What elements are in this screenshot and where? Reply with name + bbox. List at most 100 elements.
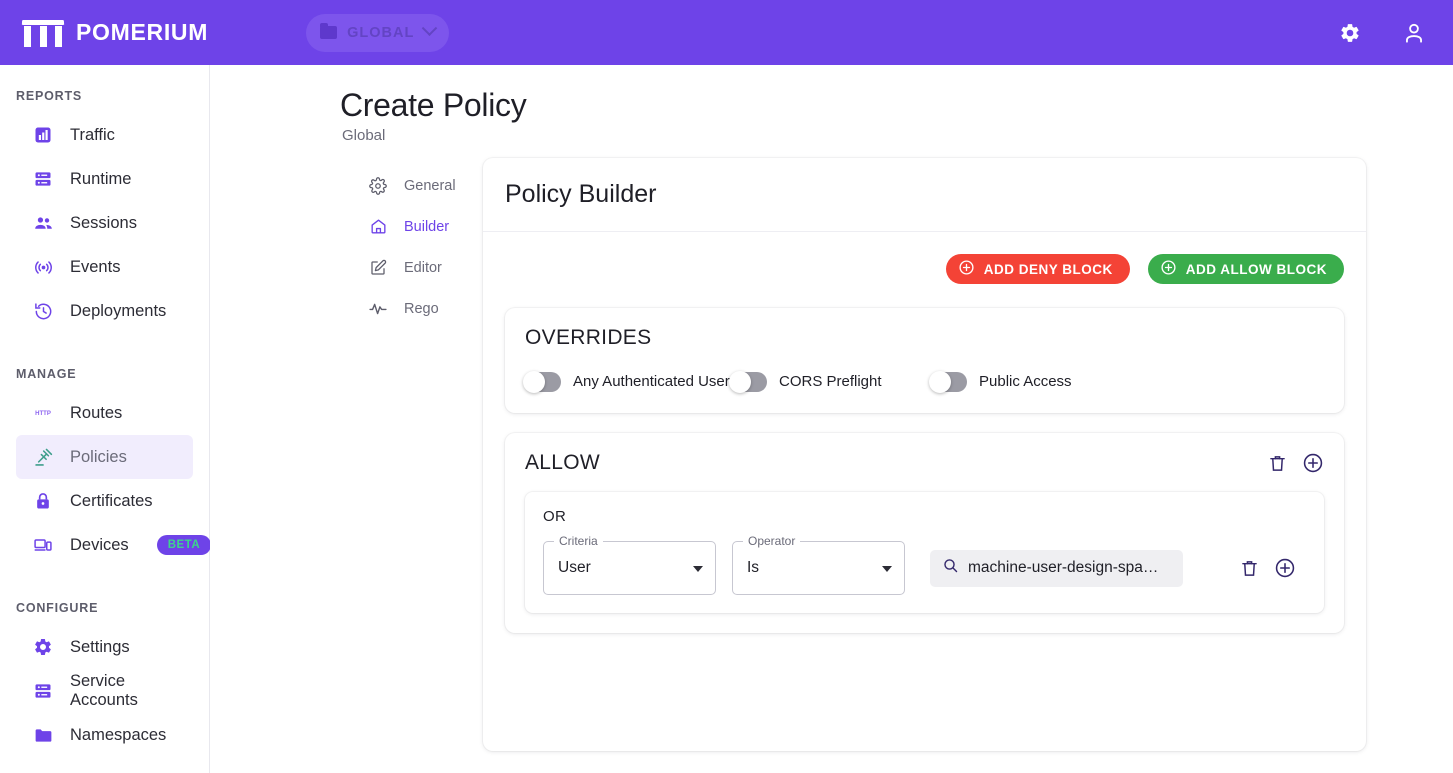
top-bar: POMERIUM GLOBAL — [0, 0, 1453, 65]
policy-builder-title: Policy Builder — [505, 180, 656, 209]
criteria-value-search-text: machine-user-design-spa… — [968, 559, 1158, 577]
operator-value: Is — [747, 559, 759, 577]
sidebar-item-sessions[interactable]: Sessions — [16, 201, 193, 245]
criteria-value: User — [558, 559, 591, 577]
add-allow-block-label: ADD ALLOW BLOCK — [1186, 262, 1327, 277]
sidebar-item-events[interactable]: Events — [16, 245, 193, 289]
page-title: Create Policy — [340, 87, 526, 124]
allow-block-card: ALLOW OR Criteria — [505, 433, 1344, 633]
chevron-down-icon — [882, 566, 892, 572]
gavel-icon — [32, 446, 54, 468]
criteria-legend: Criteria — [554, 534, 603, 548]
sidebar-item-label: Traffic — [70, 126, 115, 145]
policy-builder-body: ADD DENY BLOCK ADD ALLOW BLOCK OVERRIDES… — [483, 232, 1366, 655]
namespace-selector[interactable]: GLOBAL — [306, 14, 449, 52]
gear-icon[interactable] — [1339, 22, 1361, 44]
sidebar-group-label-configure: CONFIGURE — [16, 601, 209, 615]
overrides-toggles: Any Authenticated User CORS Preflight Pu… — [525, 370, 1324, 393]
user-account-icon[interactable] — [1401, 20, 1427, 46]
trash-icon[interactable] — [1267, 453, 1288, 474]
brand-name: POMERIUM — [76, 19, 208, 46]
tab-rego[interactable]: Rego — [358, 288, 488, 329]
allow-block-header: ALLOW — [525, 451, 1324, 475]
sidebar-item-label: Runtime — [70, 170, 131, 189]
tab-label: General — [404, 178, 456, 194]
trash-icon[interactable] — [1239, 558, 1260, 579]
sidebar-item-label: Sessions — [70, 214, 137, 233]
add-criteria-icon[interactable] — [1274, 557, 1296, 579]
sidebar-item-devices[interactable]: Devices BETA — [16, 523, 193, 567]
brand: POMERIUM — [22, 18, 208, 48]
sidebar-item-namespaces[interactable]: Namespaces — [16, 713, 193, 757]
lock-icon — [32, 490, 54, 512]
toggle-cors-preflight[interactable]: CORS Preflight — [731, 370, 931, 393]
main-content: Create Policy Global General Builder — [210, 65, 1453, 773]
sidebar-item-label: Certificates — [70, 492, 153, 511]
policy-builder-header: Policy Builder — [483, 158, 1366, 232]
toggle-label: Public Access — [979, 370, 1072, 393]
toggle-any-authenticated-user[interactable]: Any Authenticated User — [525, 370, 731, 393]
pomerium-logo-icon — [22, 18, 64, 48]
toggle-switch[interactable] — [525, 372, 561, 392]
http-icon: HTTP — [32, 402, 54, 424]
folder-icon — [320, 26, 337, 39]
svg-text:HTTP: HTTP — [35, 411, 51, 417]
gear-icon — [368, 176, 388, 196]
plus-circle-icon — [1160, 259, 1177, 279]
add-allow-block-button[interactable]: ADD ALLOW BLOCK — [1148, 254, 1344, 284]
sidebar-group-label-manage: MANAGE — [16, 367, 209, 381]
or-group-label: OR — [543, 508, 1306, 525]
operator-legend: Operator — [743, 534, 800, 548]
toggle-switch[interactable] — [731, 372, 767, 392]
sidebar: REPORTS Traffic Runtime Sessions Events — [0, 65, 210, 773]
sidebar-item-policies[interactable]: Policies — [16, 435, 193, 479]
sidebar-item-label: Service Accounts — [70, 672, 193, 710]
criteria-row: Criteria User Operator Is — [543, 541, 1306, 595]
toggle-public-access[interactable]: Public Access — [931, 370, 1072, 393]
tab-general[interactable]: General — [358, 165, 488, 206]
sidebar-item-traffic[interactable]: Traffic — [16, 113, 193, 157]
sidebar-group-label-reports: REPORTS — [16, 89, 209, 103]
operator-select[interactable]: Operator Is — [732, 541, 905, 595]
or-group-card: OR Criteria User Operator Is — [525, 492, 1324, 613]
sidebar-item-label: Events — [70, 258, 120, 277]
tab-editor[interactable]: Editor — [358, 247, 488, 288]
criteria-value-search-input[interactable]: machine-user-design-spa… — [930, 550, 1183, 587]
top-bar-actions — [1339, 0, 1427, 65]
gear-icon — [32, 636, 54, 658]
sidebar-item-settings[interactable]: Settings — [16, 625, 193, 669]
namespace-label: GLOBAL — [347, 25, 414, 41]
server-icon — [32, 680, 54, 702]
search-icon — [942, 557, 959, 579]
tab-label: Rego — [404, 301, 439, 317]
add-deny-block-label: ADD DENY BLOCK — [984, 262, 1113, 277]
sidebar-item-runtime[interactable]: Runtime — [16, 157, 193, 201]
sidebar-item-service-accounts[interactable]: Service Accounts — [16, 669, 193, 713]
sidebar-item-deployments[interactable]: Deployments — [16, 289, 193, 333]
policy-tabs: General Builder Editor — [358, 165, 488, 329]
toggle-label: CORS Preflight — [779, 370, 882, 393]
tab-builder[interactable]: Builder — [358, 206, 488, 247]
bar-chart-icon — [32, 124, 54, 146]
sidebar-item-certificates[interactable]: Certificates — [16, 479, 193, 523]
server-icon — [32, 168, 54, 190]
tab-label: Builder — [404, 219, 449, 235]
policy-builder-card: Policy Builder ADD DENY BLOCK ADD ALLOW … — [483, 158, 1366, 751]
status-badge-beta: BETA — [157, 535, 211, 555]
add-deny-block-button[interactable]: ADD DENY BLOCK — [946, 254, 1130, 284]
page-subtitle: Global — [342, 127, 385, 144]
devices-icon — [32, 534, 54, 556]
tab-label: Editor — [404, 260, 442, 276]
sidebar-item-label: Routes — [70, 404, 122, 423]
criteria-row-actions — [1239, 557, 1296, 579]
add-allow-criteria-icon[interactable] — [1302, 452, 1324, 474]
sidebar-item-routes[interactable]: HTTP Routes — [16, 391, 193, 435]
allow-block-title: ALLOW — [525, 451, 600, 475]
users-icon — [32, 212, 54, 234]
chevron-down-icon — [693, 566, 703, 572]
toggle-switch[interactable] — [931, 372, 967, 392]
edit-square-icon — [368, 258, 388, 278]
criteria-select[interactable]: Criteria User — [543, 541, 716, 595]
overrides-card: OVERRIDES Any Authenticated User CORS Pr… — [505, 308, 1344, 413]
sidebar-item-label: Policies — [70, 448, 127, 467]
